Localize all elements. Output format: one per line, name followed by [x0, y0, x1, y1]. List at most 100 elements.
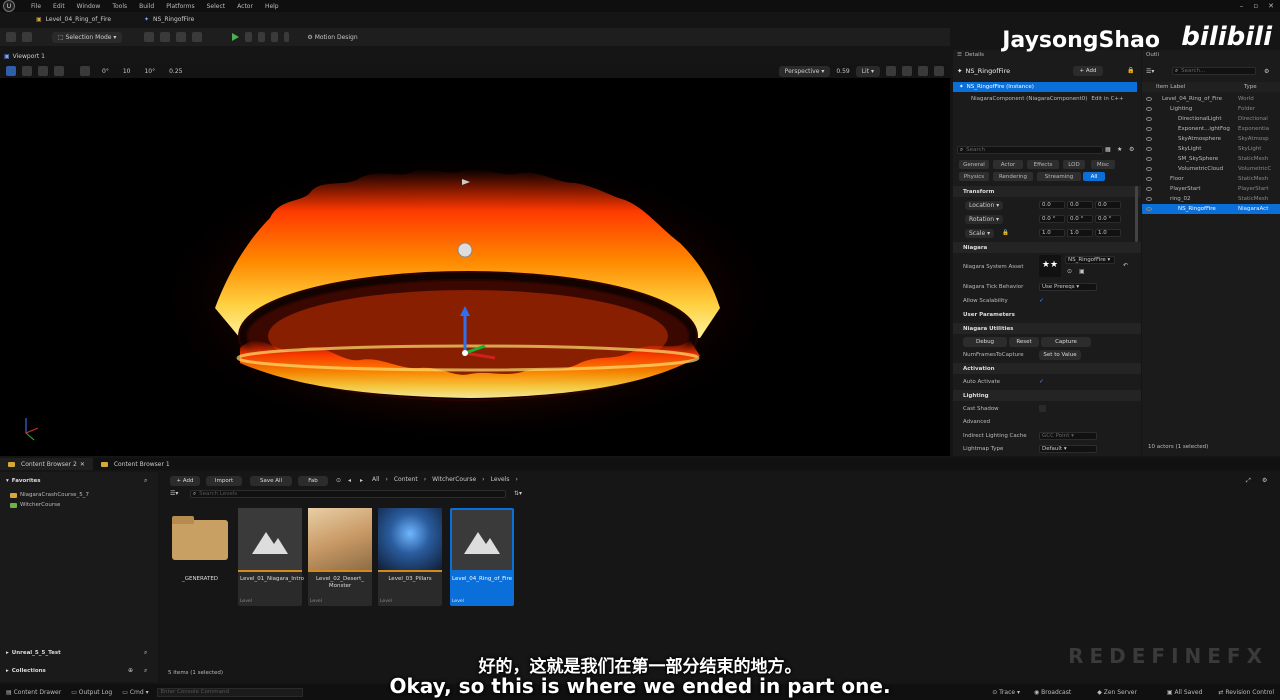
menu-help[interactable]: Help	[265, 3, 279, 10]
sort-icon[interactable]: ⇅▾	[514, 490, 522, 497]
snap-grid-value[interactable]: 10	[123, 68, 131, 75]
motion-design-button[interactable]: ⚙ Motion Design	[307, 34, 357, 41]
asset-tile-generated[interactable]: _GENERATED	[168, 508, 232, 606]
viewport-settings-icon[interactable]	[902, 66, 912, 76]
favorites-header[interactable]: ▾ Favorites	[0, 476, 158, 486]
lightmap-type-dropdown[interactable]: Default ▾	[1039, 445, 1097, 453]
filter-effects[interactable]: Effects	[1027, 160, 1059, 169]
rotate-tool-icon[interactable]	[38, 66, 48, 76]
visibility-eye-icon[interactable]	[1146, 207, 1152, 211]
auto-activate-checkbox[interactable]: ✓	[1039, 378, 1044, 385]
breadcrumb-witcher[interactable]: WitcherCourse	[432, 476, 476, 483]
asset-tile-level-02[interactable]: Level_02_Desert_ Monster Level	[308, 508, 372, 606]
outliner-row[interactable]: Floor StaticMesh	[1142, 174, 1280, 184]
visibility-eye-icon[interactable]	[1146, 127, 1152, 131]
gizmo-center[interactable]	[462, 350, 468, 356]
system-asset-dropdown[interactable]: NS_RingofFire ▾	[1065, 256, 1115, 264]
tab-content-browser-1[interactable]: Content Browser 1	[93, 458, 178, 470]
tick-behavior-dropdown[interactable]: Use Prereqs ▾	[1039, 283, 1097, 291]
location-dropdown[interactable]: Location ▾	[965, 200, 1004, 210]
asset-tile-level-03[interactable]: Level_03_Pillars Level	[378, 508, 442, 606]
filter-rendering[interactable]: Rendering	[993, 172, 1033, 181]
rotation-x[interactable]: 0.0 °	[1039, 215, 1065, 223]
outliner-filter-icon[interactable]: ☰▾	[1146, 68, 1154, 75]
visibility-eye-icon[interactable]	[1146, 197, 1152, 201]
eject-icon[interactable]	[271, 32, 279, 42]
window-tab-level[interactable]: ▣ Level_04_Ring_of_Fire	[36, 14, 111, 24]
system-asset-thumbnail[interactable]: ★★	[1039, 255, 1061, 277]
visibility-eye-icon[interactable]	[1146, 177, 1152, 181]
levels-search-input[interactable]: ⌕ Search Levels	[190, 490, 506, 498]
lock-icon[interactable]: ⤢	[1246, 477, 1251, 485]
fab-button[interactable]: Fab	[298, 476, 328, 486]
location-x[interactable]: 0.0	[1039, 201, 1065, 209]
show-flags-icon[interactable]	[886, 66, 896, 76]
visibility-eye-icon[interactable]	[1146, 97, 1152, 101]
outliner-row[interactable]: VolumetricCloud VolumetricC	[1142, 164, 1280, 174]
filter-general[interactable]: General	[959, 160, 989, 169]
perspective-dropdown[interactable]: Perspective ▾	[778, 65, 831, 77]
rotation-z[interactable]: 0.0 °	[1095, 215, 1121, 223]
menu-window[interactable]: Window	[77, 3, 101, 10]
outliner-row[interactable]: SM_SkySphere StaticMesh	[1142, 154, 1280, 164]
favorite-item-witcher[interactable]: WitcherCourse	[0, 500, 158, 510]
outliner-col-type[interactable]: Type	[1244, 84, 1257, 90]
niagara-utilities-section[interactable]: Niagara Utilities	[953, 323, 1141, 334]
lit-dropdown[interactable]: Lit ▾	[855, 65, 880, 77]
set-to-value-button[interactable]: Set to Value	[1039, 350, 1081, 360]
location-z[interactable]: 0.0	[1095, 201, 1121, 209]
filter-streaming[interactable]: Streaming	[1037, 172, 1081, 181]
blueprint-icon[interactable]	[160, 32, 171, 42]
reset-arrow-icon[interactable]: ↶	[1123, 262, 1128, 269]
outliner-settings-icon[interactable]: ⚙	[1264, 68, 1269, 75]
filter-misc[interactable]: Misc	[1091, 160, 1115, 169]
niagara-section[interactable]: Niagara	[953, 242, 1141, 253]
filter-physics[interactable]: Physics	[959, 172, 989, 181]
cinematics-icon[interactable]	[176, 32, 187, 42]
scale-tool-icon[interactable]	[54, 66, 64, 76]
reset-button[interactable]: Reset	[1009, 337, 1039, 347]
filter-actor[interactable]: Actor	[993, 160, 1023, 169]
allow-scalability-checkbox[interactable]: ✓	[1039, 297, 1044, 304]
window-tab-niagara[interactable]: ✦ NS_RingofFire	[144, 14, 194, 24]
component-row[interactable]: NiagaraComponent (NiagaraComponent0) Edi…	[953, 94, 1141, 104]
camera-speed-value[interactable]: 0.59	[836, 68, 849, 75]
capture-button[interactable]: Capture	[1041, 337, 1091, 347]
add-component-button[interactable]: + Add	[1073, 66, 1103, 76]
menu-file[interactable]: File	[31, 3, 41, 10]
outliner-col-label[interactable]: Item Label	[1156, 84, 1244, 90]
visibility-eye-icon[interactable]	[1146, 107, 1152, 111]
save-icon[interactable]	[6, 32, 16, 42]
visibility-eye-icon[interactable]	[1146, 157, 1152, 161]
user-params-row[interactable]: User Parameters	[953, 310, 1141, 320]
move-tool-icon[interactable]	[22, 66, 32, 76]
viewport-tab[interactable]: ▣ Viewport 1	[4, 50, 45, 62]
menu-edit[interactable]: Edit	[53, 3, 65, 10]
rotation-dropdown[interactable]: Rotation ▾	[965, 214, 1004, 224]
scale-lock-icon[interactable]: 🔒	[1002, 230, 1009, 236]
advanced-row[interactable]: Advanced	[953, 417, 1141, 427]
scale-z[interactable]: 1.0	[1095, 229, 1121, 237]
debug-button[interactable]: Debug	[963, 337, 1007, 347]
maximize-icon[interactable]: ▫	[1253, 2, 1258, 10]
snap-rotation-value[interactable]: 10°	[144, 68, 155, 75]
tab-content-browser-2[interactable]: Content Browser 2 ✕	[0, 458, 93, 470]
outliner-row[interactable]: DirectionalLight Directional	[1142, 114, 1280, 124]
add-button[interactable]: + Add	[170, 476, 200, 486]
sources-search-icon[interactable]: ⌕	[144, 477, 147, 485]
outliner-row[interactable]: SkyLight SkyLight	[1142, 144, 1280, 154]
outliner-row[interactable]: NS_RingofFire NiagaraAct	[1142, 204, 1280, 214]
asset-tile-level-01[interactable]: Level_01_Niagara_Intro Level	[238, 508, 304, 606]
maximize-viewport-icon[interactable]	[934, 66, 944, 76]
breadcrumb-all[interactable]: All	[372, 476, 379, 483]
edit-in-cpp-link[interactable]: Edit in C++	[1091, 96, 1123, 102]
instance-row[interactable]: ✦ NS_RingofFire (Instance)	[953, 82, 1137, 92]
menu-tools[interactable]: Tools	[112, 3, 127, 10]
rotation-y[interactable]: 0.0 °	[1067, 215, 1093, 223]
cb-settings-icon[interactable]: ⚙	[1262, 477, 1267, 484]
menu-actor[interactable]: Actor	[237, 3, 253, 10]
favorite-item-niagara[interactable]: NiagaraCrashCourse_5_7	[0, 490, 158, 500]
modes-icon[interactable]	[192, 32, 203, 42]
history-back-icon[interactable]: ⊙	[336, 477, 341, 484]
add-content-icon[interactable]	[144, 32, 155, 42]
